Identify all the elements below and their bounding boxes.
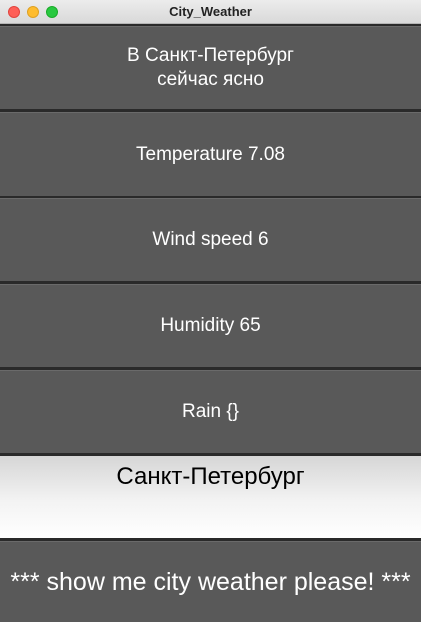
show-weather-button[interactable]: *** show me city weather please! *** <box>0 541 421 622</box>
app-window: City_Weather В Санкт-Петербург сейчас яс… <box>0 0 421 622</box>
city-input[interactable]: Санкт-Петербург <box>0 456 421 538</box>
humidity-label: Humidity 65 <box>0 284 421 367</box>
weather-status-label: В Санкт-Петербург сейчас ясно <box>0 26 421 109</box>
status-line-condition: сейчас ясно <box>157 69 264 90</box>
status-line-city: В Санкт-Петербург <box>127 45 294 66</box>
title-bar: City_Weather <box>0 0 421 24</box>
city-input-value: Санкт-Петербург <box>116 463 305 490</box>
rain-label: Rain {} <box>0 370 421 453</box>
wind-speed-label: Wind speed 6 <box>0 198 421 281</box>
temperature-label: Temperature 7.08 <box>0 112 421 196</box>
window-title: City_Weather <box>169 4 252 19</box>
